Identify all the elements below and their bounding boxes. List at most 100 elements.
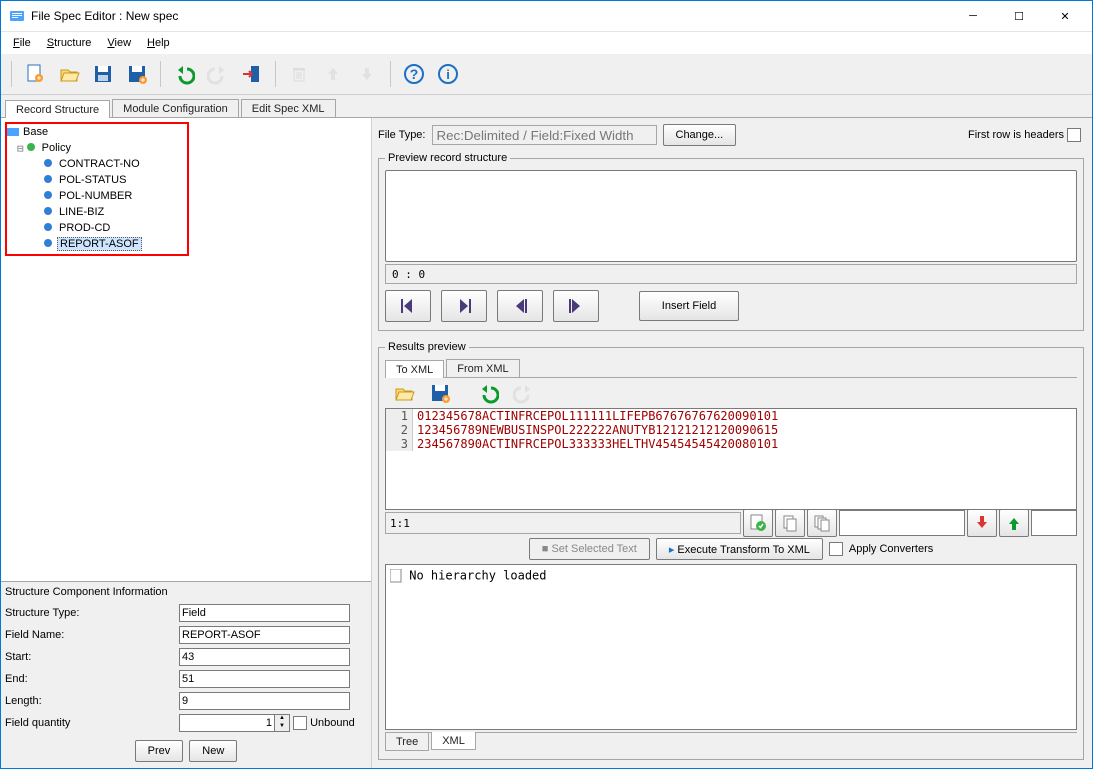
redo-results-button[interactable]: [508, 377, 540, 409]
crumb-bar: 1:1: [385, 512, 1077, 534]
app-icon: [9, 8, 25, 24]
quantity-stepper[interactable]: ▲▼: [275, 714, 290, 732]
first-row-checkbox[interactable]: [1067, 128, 1081, 142]
structure-type-field[interactable]: [179, 604, 350, 622]
first-row-headers[interactable]: First row is headers: [968, 128, 1084, 142]
trash-button[interactable]: [283, 58, 315, 90]
redo-button[interactable]: [202, 58, 234, 90]
tab-edit-spec-xml[interactable]: Edit Spec XML: [241, 99, 336, 117]
unbound-checkbox[interactable]: [293, 716, 307, 730]
insert-field-button[interactable]: Insert Field: [639, 291, 739, 321]
field-quantity-field[interactable]: [179, 714, 275, 732]
label-first-row: First row is headers: [968, 129, 1064, 141]
close-button[interactable]: ✕: [1042, 1, 1088, 31]
tab-module-configuration[interactable]: Module Configuration: [112, 99, 239, 117]
arrow-down-button[interactable]: [967, 509, 997, 537]
hierarchy-box[interactable]: No hierarchy loaded: [385, 564, 1077, 730]
start-field[interactable]: [179, 648, 350, 666]
nav-last-button[interactable]: [553, 290, 599, 322]
tree-node[interactable]: POL-STATUS: [7, 172, 189, 188]
label-start: Start:: [3, 646, 177, 668]
code-area[interactable]: 1012345678ACTINFRCEPOL111111LIFEPB676767…: [385, 408, 1077, 510]
label-field-quantity: Field quantity: [3, 712, 177, 734]
new-button[interactable]: New: [189, 740, 237, 762]
filetype-row: File Type: Change... First row is header…: [378, 124, 1084, 146]
help-button[interactable]: ?: [398, 58, 430, 90]
multi-doc-button[interactable]: [807, 509, 837, 537]
copy-button[interactable]: [775, 509, 805, 537]
tree-node-policy[interactable]: ⊟ Policy: [7, 140, 189, 156]
menu-file[interactable]: File: [7, 35, 37, 51]
length-field[interactable]: [179, 692, 350, 710]
app-window: File Spec Editor : New spec ─ ☐ ✕ File S…: [0, 0, 1093, 769]
apply-converters[interactable]: Apply Converters: [829, 542, 933, 556]
preview-legend: Preview record structure: [385, 152, 510, 164]
tree-node[interactable]: POL-NUMBER: [7, 188, 189, 204]
code-line[interactable]: 123456789NEWBUSINSPOL222222ANUTYB1212121…: [413, 423, 783, 437]
undo-results-button[interactable]: [472, 377, 504, 409]
label-structure-type: Structure Type:: [3, 602, 177, 624]
tab-record-structure[interactable]: Record Structure: [5, 100, 110, 118]
gutter: 1: [386, 409, 413, 423]
code-line[interactable]: 012345678ACTINFRCEPOL111111LIFEPB6767676…: [413, 409, 783, 423]
tree-node[interactable]: PROD-CD: [7, 220, 189, 236]
results-preview-group: Results preview To XML From XML 10123456…: [378, 341, 1084, 760]
move-up-button[interactable]: [317, 58, 349, 90]
apply-converters-checkbox[interactable]: [829, 542, 843, 556]
preview-record-structure-group: Preview record structure 0 : 0 Insert Fi…: [378, 152, 1084, 331]
tab-from-xml[interactable]: From XML: [446, 359, 519, 377]
save-plus-button[interactable]: [424, 377, 456, 409]
position-indicator: 1:1: [385, 512, 741, 534]
goto-input[interactable]: [1031, 510, 1077, 536]
preview-box[interactable]: [385, 170, 1077, 262]
validate-button[interactable]: [743, 509, 773, 537]
move-down-button[interactable]: [351, 58, 383, 90]
toolbar: ? i: [1, 54, 1092, 95]
info-button[interactable]: i: [432, 58, 464, 90]
tree-label: Policy: [40, 142, 73, 154]
tree-node-selected[interactable]: REPORT-ASOF: [7, 236, 189, 252]
dot-blue-icon: [43, 174, 55, 186]
menu-help[interactable]: Help: [141, 35, 176, 51]
tree-label: PROD-CD: [57, 222, 112, 234]
code-line[interactable]: 234567890ACTINFRCEPOL333333HELTHV4545454…: [413, 437, 783, 451]
nav-prev-button[interactable]: [497, 290, 543, 322]
maximize-button[interactable]: ☐: [996, 1, 1042, 31]
menu-structure[interactable]: Structure: [41, 35, 98, 51]
tab-xml[interactable]: XML: [431, 732, 476, 750]
end-field[interactable]: [179, 670, 350, 688]
open-file-button[interactable]: [388, 377, 420, 409]
execute-transform-button[interactable]: ▸ Execute Transform To XML: [656, 538, 823, 560]
label-length: Length:: [3, 690, 177, 712]
code-table: 1012345678ACTINFRCEPOL111111LIFEPB676767…: [386, 409, 782, 451]
search-input[interactable]: [839, 510, 965, 536]
dot-blue-icon: [43, 222, 55, 234]
tab-tree[interactable]: Tree: [385, 733, 429, 751]
save-as-button[interactable]: [121, 58, 153, 90]
undo-button[interactable]: [168, 58, 200, 90]
menu-view[interactable]: View: [101, 35, 137, 51]
structure-tree[interactable]: Base ⊟ Policy CONTRACT-NO POL-STATUS POL…: [5, 122, 189, 256]
save-button[interactable]: [87, 58, 119, 90]
toolbar-separator: [275, 61, 276, 87]
field-name-field[interactable]: [179, 626, 350, 644]
change-button[interactable]: Change...: [663, 124, 737, 146]
tree-node[interactable]: LINE-BIZ: [7, 204, 189, 220]
nav-first-button[interactable]: [385, 290, 431, 322]
open-button[interactable]: [53, 58, 85, 90]
results-toolbar: [385, 378, 1077, 408]
new-page-button[interactable]: [19, 58, 51, 90]
minimize-button[interactable]: ─: [950, 1, 996, 31]
tree-toggle-icon[interactable]: ⊟: [17, 142, 24, 155]
nav-next-button[interactable]: [441, 290, 487, 322]
tree-root[interactable]: Base: [7, 124, 189, 140]
arrow-up-button[interactable]: [999, 509, 1029, 537]
tab-to-xml[interactable]: To XML: [385, 360, 444, 378]
structure-info-panel: Structure Component Information Structur…: [1, 581, 371, 768]
exit-door-button[interactable]: [236, 58, 268, 90]
tree-label: CONTRACT-NO: [57, 158, 142, 170]
prev-button[interactable]: Prev: [135, 740, 184, 762]
tree-node[interactable]: CONTRACT-NO: [7, 156, 189, 172]
tree-label: REPORT-ASOF: [57, 237, 142, 251]
window-buttons: ─ ☐ ✕: [950, 1, 1088, 31]
